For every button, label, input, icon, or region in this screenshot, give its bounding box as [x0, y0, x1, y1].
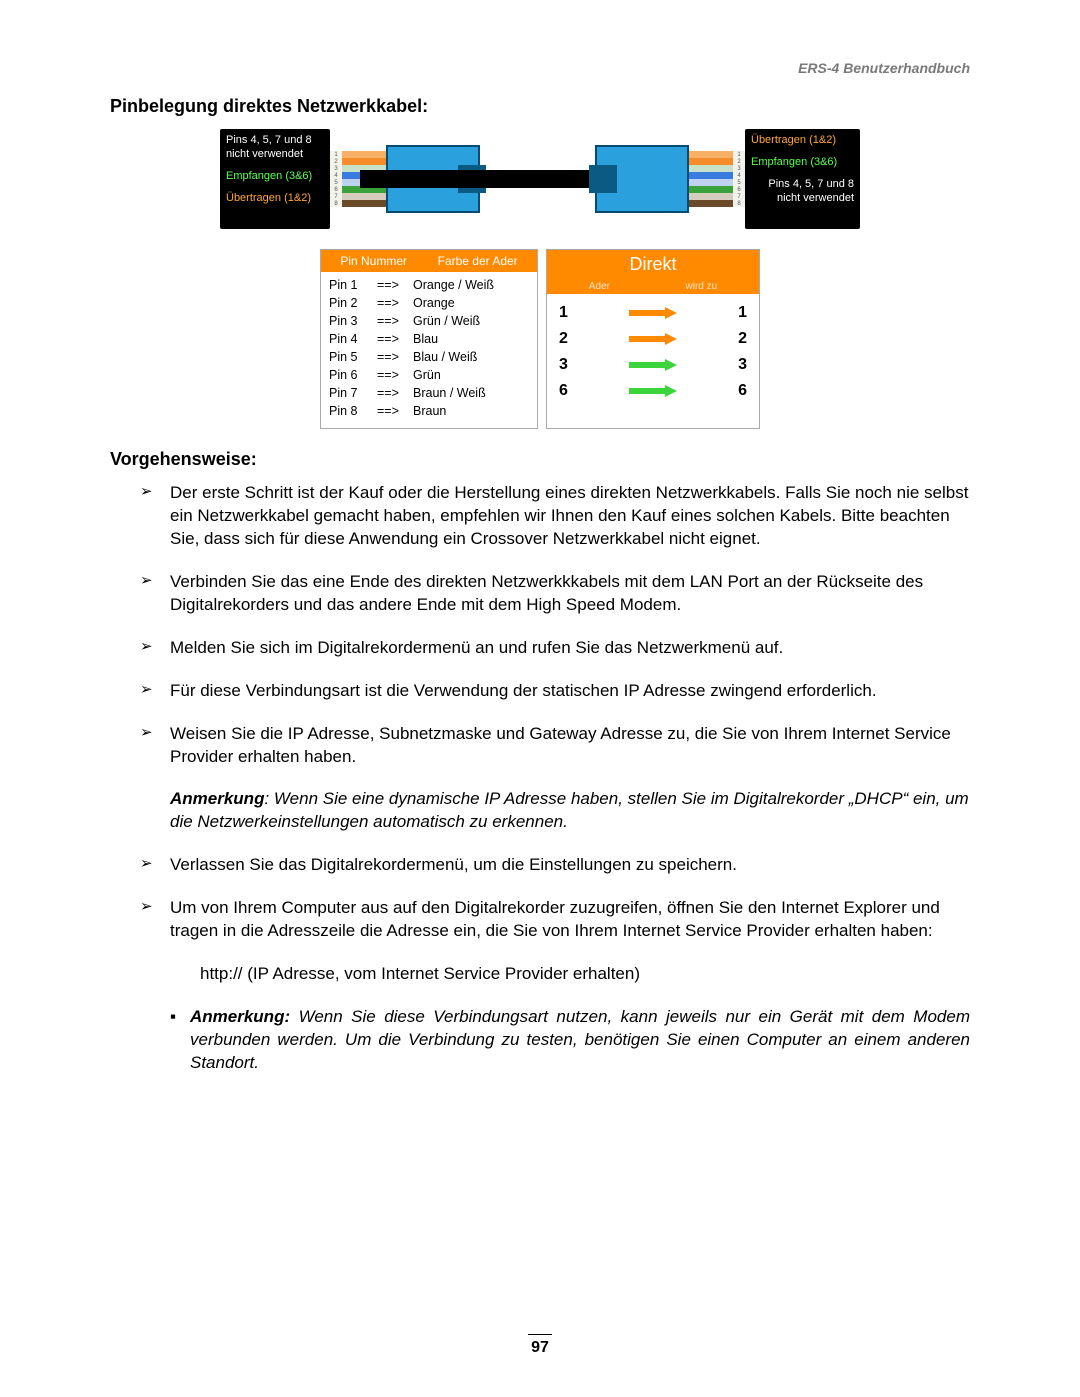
pin-number: Pin 2: [329, 294, 371, 312]
section-title-procedure: Vorgehensweise:: [110, 449, 970, 470]
pin-row: Pin 2 ==> Orange: [329, 294, 529, 312]
arrow-text-icon: ==>: [377, 384, 407, 402]
step-item: Verlassen Sie das Digitalrekordermenü, u…: [140, 854, 970, 897]
pin-number: Pin 3: [329, 312, 371, 330]
map-to: 1: [738, 304, 747, 322]
step-item: Um von Ihrem Computer aus auf den Digita…: [140, 897, 970, 963]
wire-fan-right-icon: [689, 151, 733, 207]
note-dhcp: Anmerkung: Wenn Sie eine dynamische IP A…: [170, 788, 970, 834]
pin-number: Pin 4: [329, 330, 371, 348]
arrow-text-icon: ==>: [377, 402, 407, 420]
pin-mapping-title: Direkt: [547, 250, 759, 279]
wire-color: Braun: [413, 402, 529, 420]
label-left-unused: Pins 4, 5, 7 und 8 nicht verwendet: [220, 129, 330, 165]
note2-text: Wenn Sie diese Verbindungsart nutzen, ka…: [190, 1007, 970, 1072]
pin-row: Pin 7 ==> Braun / Weiß: [329, 384, 529, 402]
wire-color: Blau: [413, 330, 529, 348]
map-from: 6: [559, 382, 568, 400]
arrow-orange-icon: [629, 307, 677, 319]
mapping-row: 33: [559, 352, 747, 378]
subhead-to: wird zu: [686, 281, 718, 292]
wire-color: Orange / Weiß: [413, 276, 529, 294]
pin-mapping-table: Direkt Ader wird zu 11223366: [546, 249, 760, 429]
pin-number: Pin 8: [329, 402, 371, 420]
label-left-rx: Empfangen (3&6): [220, 165, 330, 187]
arrow-text-icon: ==>: [377, 348, 407, 366]
pin-row: Pin 5 ==> Blau / Weiß: [329, 348, 529, 366]
pin-row: Pin 4 ==> Blau: [329, 330, 529, 348]
sub-note-item: Anmerkung: Wenn Sie diese Verbindungsart…: [170, 1006, 970, 1075]
pin-number: Pin 7: [329, 384, 371, 402]
pin-row: Pin 1 ==> Orange / Weiß: [329, 276, 529, 294]
wire-color: Blau / Weiß: [413, 348, 529, 366]
pin-scale-left: 1 2 3 4 5 6 7 8: [330, 151, 342, 207]
page: ERS-4 Benutzerhandbuch Pinbelegung direk…: [0, 0, 1080, 1397]
arrow-orange-icon: [629, 333, 677, 345]
pin-number: Pin 1: [329, 276, 371, 294]
col-header-color: Farbe der Ader: [438, 254, 518, 268]
pin-color-table: Pin Nummer Farbe der Ader Pin 1 ==> Orange…: [320, 249, 538, 429]
sub-note-list: Anmerkung: Wenn Sie diese Verbindungsart…: [170, 1006, 970, 1075]
section-title-pinout: Pinbelegung direktes Netzwerkkabel:: [110, 96, 970, 117]
page-number-value: 97: [531, 1339, 549, 1356]
arrow-text-icon: ==>: [377, 312, 407, 330]
subhead-from: Ader: [589, 281, 610, 292]
pin-row: Pin 3 ==> Grün / Weiß: [329, 312, 529, 330]
arrow-text-icon: ==>: [377, 330, 407, 348]
step-item: Weisen Sie die IP Adresse, Subnetzmaske …: [140, 723, 970, 789]
pin-tables: Pin Nummer Farbe der Ader Pin 1 ==> Orange…: [320, 249, 760, 429]
label-right-unused: Pins 4, 5, 7 und 8 nicht verwendet: [745, 173, 860, 209]
map-to: 3: [738, 356, 747, 374]
col-header-pin: Pin Nummer: [340, 254, 407, 268]
label-left-tx: Übertragen (1&2): [220, 187, 330, 209]
cable-label-box-left: Pins 4, 5, 7 und 8 nicht verwendet Empfa…: [220, 129, 330, 229]
wire-color: Grün: [413, 366, 529, 384]
arrow-green-icon: [629, 359, 677, 371]
step-item: Melden Sie sich im Digitalrekordermenü a…: [140, 637, 970, 680]
mapping-row: 22: [559, 326, 747, 352]
rj45-connector-right-icon: [595, 145, 689, 213]
map-from: 2: [559, 330, 568, 348]
label-right-tx: Übertragen (1&2): [745, 129, 860, 151]
mapping-row: 66: [559, 378, 747, 404]
document-header: ERS-4 Benutzerhandbuch: [110, 60, 970, 76]
body-text: Der erste Schritt ist der Kauf oder die …: [110, 482, 970, 1075]
page-number: 97: [0, 1334, 1080, 1357]
pin-row: Pin 8 ==> Braun: [329, 402, 529, 420]
pin-mapping-subheader: Ader wird zu: [547, 279, 759, 294]
map-from: 3: [559, 356, 568, 374]
wire-color: Orange: [413, 294, 529, 312]
note-text: : Wenn Sie eine dynamische IP Adresse ha…: [170, 789, 969, 831]
pin-number: Pin 6: [329, 366, 371, 384]
note2-label: Anmerkung:: [190, 1007, 290, 1026]
pin-color-table-header: Pin Nummer Farbe der Ader: [321, 250, 537, 272]
arrow-text-icon: ==>: [377, 276, 407, 294]
arrow-green-icon: [629, 385, 677, 397]
cable-illustration: 1 2 3 4 5 6 7 8 1 2 3 4 5 6 7 8: [330, 139, 745, 219]
note-label: Anmerkung: [170, 789, 264, 808]
map-from: 1: [559, 304, 568, 322]
pin-number: Pin 5: [329, 348, 371, 366]
step-item: Der erste Schritt ist der Kauf oder die …: [140, 482, 970, 571]
cable-diagram: Pins 4, 5, 7 und 8 nicht verwendet Empfa…: [220, 129, 860, 229]
mapping-row: 11: [559, 300, 747, 326]
arrow-text-icon: ==>: [377, 366, 407, 384]
label-right-rx: Empfangen (3&6): [745, 151, 860, 173]
pin-scale-right: 1 2 3 4 5 6 7 8: [733, 151, 745, 207]
map-to: 2: [738, 330, 747, 348]
pin-row: Pin 6 ==> Grün: [329, 366, 529, 384]
step-item: Verbinden Sie das eine Ende des direkten…: [140, 571, 970, 637]
cable-label-box-right: Übertragen (1&2) Empfangen (3&6) Pins 4,…: [745, 129, 860, 229]
wire-color: Grün / Weiß: [413, 312, 529, 330]
map-to: 6: [738, 382, 747, 400]
wire-color: Braun / Weiß: [413, 384, 529, 402]
arrow-text-icon: ==>: [377, 294, 407, 312]
http-example-line: http:// (IP Adresse, vom Internet Servic…: [200, 963, 970, 986]
step-item: Für diese Verbindungsart ist die Verwend…: [140, 680, 970, 723]
